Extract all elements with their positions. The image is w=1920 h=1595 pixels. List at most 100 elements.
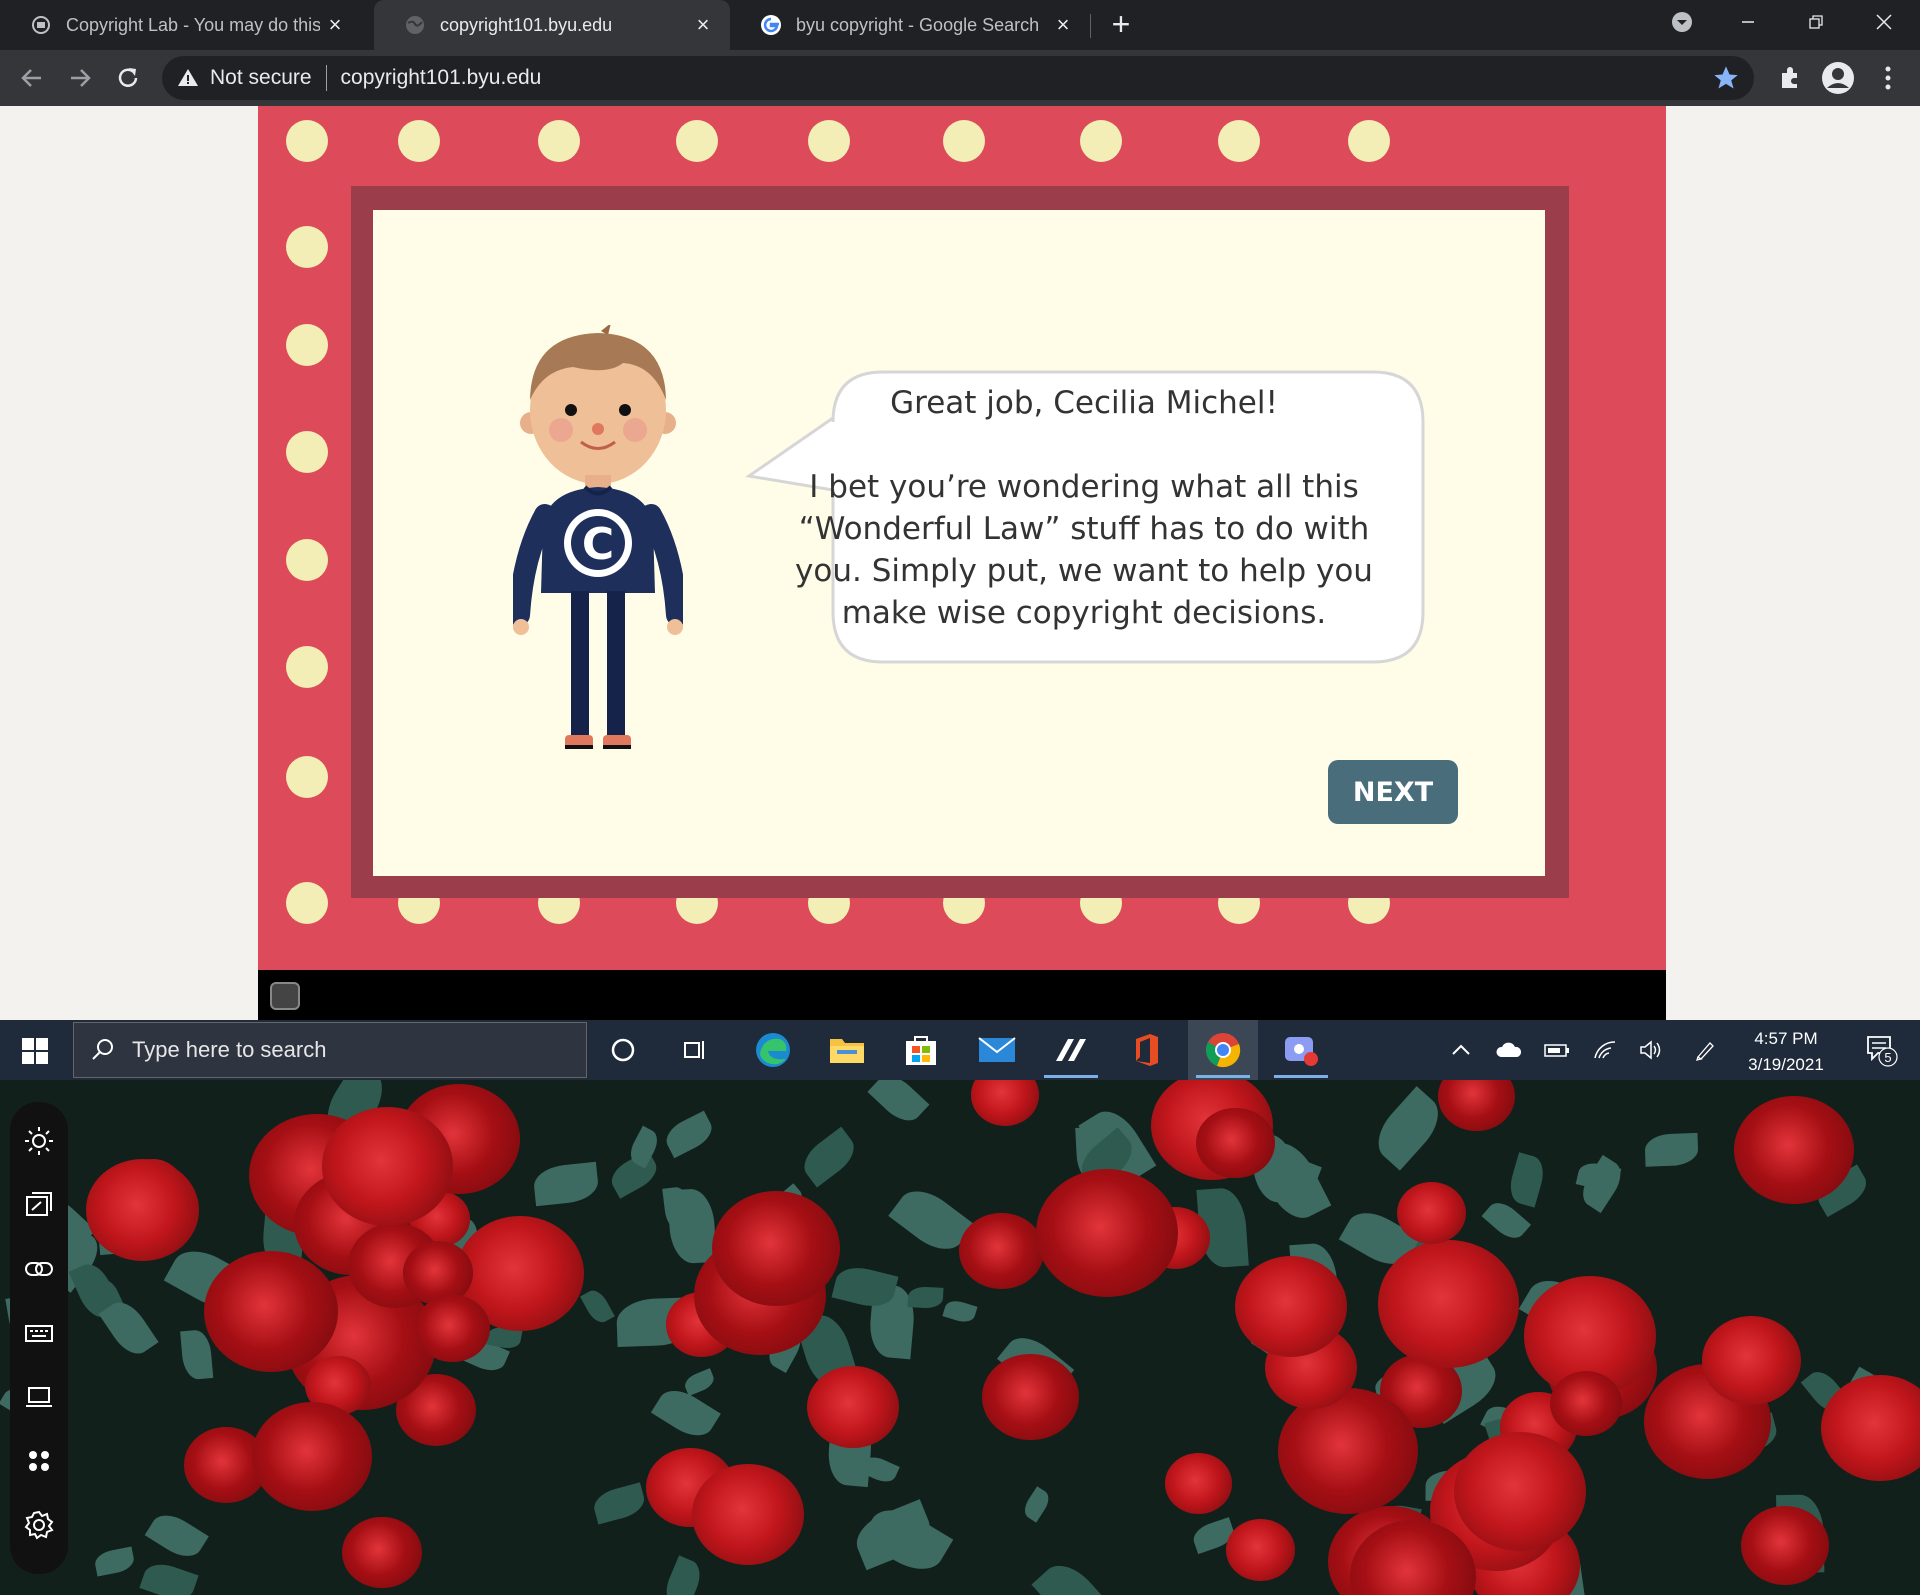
- edge-app[interactable]: [738, 1020, 808, 1080]
- minimize-button[interactable]: [1718, 0, 1778, 44]
- leaf-shape: [942, 1297, 978, 1325]
- marquee-dot: [1348, 120, 1390, 162]
- rose-shape: [959, 1213, 1045, 1290]
- leaf-shape: [661, 1110, 717, 1158]
- forward-button[interactable]: [62, 60, 98, 96]
- leaf-shape: [1576, 1155, 1629, 1214]
- extensions-button[interactable]: [1772, 60, 1808, 96]
- greeting-text: Great job, Cecilia Michel!: [890, 385, 1278, 421]
- security-label[interactable]: Not secure: [210, 66, 312, 90]
- leaf-shape: [867, 1080, 930, 1129]
- kebab-menu-icon: [1885, 66, 1891, 90]
- tab-copyright101[interactable]: copyright101.byu.edu ×: [374, 0, 730, 50]
- leaf-shape: [579, 1286, 615, 1327]
- leaf-shape: [681, 1367, 717, 1397]
- speech-text: Great job, Cecilia Michel! I bet you’re …: [763, 382, 1405, 634]
- close-tab-icon[interactable]: ×: [1048, 12, 1078, 38]
- marquee-dot: [943, 120, 985, 162]
- file-explorer-app[interactable]: [812, 1020, 882, 1080]
- tab-title: byu copyright - Google Search: [796, 14, 1040, 35]
- next-button[interactable]: NEXT: [1328, 760, 1458, 824]
- screen-cast-icon[interactable]: [24, 1190, 54, 1220]
- marquee-dot: [286, 539, 328, 581]
- warning-icon: [178, 69, 198, 86]
- marquee-dot: [286, 646, 328, 688]
- marquee-dot: [286, 882, 328, 924]
- lesson-message: I bet you’re wondering what all this “Wo…: [795, 469, 1373, 631]
- network-tray[interactable]: [1588, 1020, 1622, 1080]
- profile-button[interactable]: [1820, 60, 1856, 96]
- task-view-icon: [684, 1041, 704, 1059]
- tab-separator: [1090, 14, 1091, 38]
- tab-title: Copyright Lab - You may do this: [66, 14, 320, 35]
- chrome-app[interactable]: [1188, 1020, 1258, 1080]
- rose-shape: [1396, 1182, 1466, 1245]
- rose-shape: [1036, 1169, 1179, 1297]
- browser-tab-strip: Copyright Lab - You may do this × copyri…: [0, 0, 1920, 50]
- cortana-button[interactable]: [588, 1020, 658, 1080]
- mail-icon: [978, 1037, 1016, 1062]
- apps-grid-icon[interactable]: [24, 1446, 54, 1476]
- cloud-icon: [1496, 1042, 1522, 1057]
- close-tab-icon[interactable]: ×: [320, 12, 350, 38]
- back-button[interactable]: [14, 60, 50, 96]
- keyboard-icon[interactable]: [24, 1318, 54, 1348]
- close-tab-icon[interactable]: ×: [688, 12, 718, 38]
- address-bar[interactable]: Not secure copyright101.byu.edu: [162, 56, 1754, 100]
- running-indicator: [1044, 1075, 1098, 1078]
- rose-shape: [1196, 1107, 1275, 1179]
- battery-tray[interactable]: [1540, 1020, 1574, 1080]
- web-page: C Great job, Cecilia Michel! I bet you’r…: [0, 106, 1920, 1026]
- rose-shape: [342, 1516, 422, 1589]
- notification-count: 5: [1884, 1050, 1891, 1065]
- leaf-shape: [796, 1126, 862, 1188]
- new-tab-button[interactable]: +: [1104, 8, 1138, 42]
- pen-tray[interactable]: [1688, 1020, 1722, 1080]
- close-window-button[interactable]: [1854, 0, 1914, 44]
- clock-date: 3/19/2021: [1748, 1055, 1824, 1074]
- recorder-app[interactable]: [1266, 1020, 1336, 1080]
- chevron-up-icon: [1452, 1044, 1470, 1055]
- onedrive-tray[interactable]: [1492, 1020, 1526, 1080]
- mail-app[interactable]: [962, 1020, 1032, 1080]
- tab-search-button[interactable]: [1652, 0, 1712, 44]
- windows-start-icon[interactable]: [22, 1038, 48, 1064]
- laptop-icon[interactable]: [24, 1382, 54, 1412]
- brightness-icon[interactable]: [24, 1126, 54, 1156]
- tab-copyright-lab[interactable]: Copyright Lab - You may do this ×: [0, 0, 362, 50]
- action-center-button[interactable]: 5: [1856, 1020, 1906, 1080]
- tab-google-search[interactable]: byu copyright - Google Search ×: [730, 0, 1090, 50]
- leaf-shape: [650, 1382, 721, 1444]
- leaf-shape: [667, 1187, 716, 1265]
- tab-title: copyright101.byu.edu: [440, 14, 613, 35]
- leaf-shape: [1019, 1486, 1053, 1523]
- show-hidden-icons-button[interactable]: [1446, 1020, 1476, 1080]
- link-icon[interactable]: [24, 1254, 54, 1284]
- task-view-button[interactable]: [660, 1020, 730, 1080]
- lesson-panel: C Great job, Cecilia Michel! I bet you’r…: [373, 210, 1545, 876]
- recorder-icon: [1285, 1037, 1318, 1066]
- volume-tray[interactable]: [1634, 1020, 1668, 1080]
- taskbar-search-box[interactable]: Type here to search: [73, 1022, 587, 1078]
- settings-gear-icon[interactable]: [24, 1510, 54, 1540]
- url-text[interactable]: copyright101.byu.edu: [341, 66, 542, 90]
- marquee-dot: [286, 226, 328, 268]
- system-clock[interactable]: 4:57 PM 3/19/2021: [1736, 1026, 1836, 1078]
- notification-icon: 5: [1867, 1036, 1898, 1067]
- microsoft-store-app[interactable]: [886, 1020, 956, 1080]
- restore-button[interactable]: [1786, 0, 1846, 44]
- close-icon: [1876, 14, 1892, 30]
- marquee-dot: [286, 431, 328, 473]
- running-indicator: [1196, 1075, 1250, 1078]
- closed-captions-button[interactable]: [270, 982, 300, 1010]
- bookmark-star-icon[interactable]: [1712, 64, 1740, 92]
- rose-shape: [1165, 1453, 1233, 1514]
- copyright-mascot: C: [513, 325, 683, 749]
- office-app[interactable]: [1112, 1020, 1182, 1080]
- stage-frame: C Great job, Cecilia Michel! I bet you’r…: [351, 186, 1569, 898]
- leaf-shape: [660, 1555, 706, 1595]
- browser-menu-button[interactable]: [1870, 60, 1906, 96]
- cortana-icon: [611, 1038, 635, 1062]
- app-pinned-a[interactable]: [1036, 1020, 1106, 1080]
- reload-button[interactable]: [110, 60, 146, 96]
